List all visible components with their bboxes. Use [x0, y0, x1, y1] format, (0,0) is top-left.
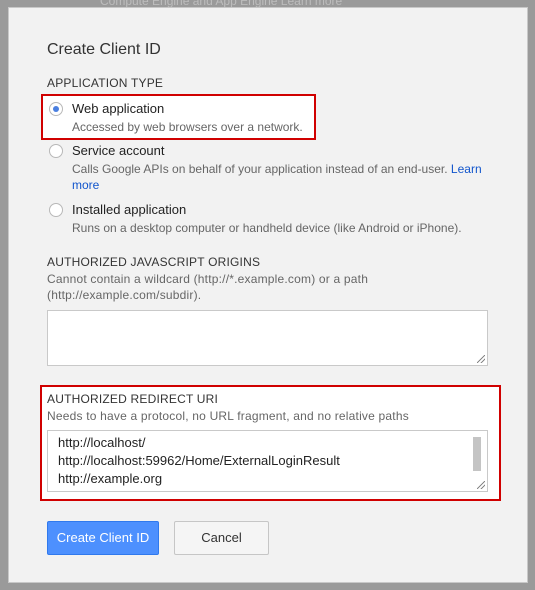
js-origins-help-line-1: Cannot contain a wildcard (http://*.exam… — [47, 272, 369, 286]
radio-label-web-application: Web application — [72, 101, 165, 116]
create-client-id-dialog: Create Client ID APPLICATION TYPE Web ap… — [8, 7, 528, 583]
js-origins-textarea[interactable] — [47, 310, 488, 366]
redirect-uri-help: Needs to have a protocol, no URL fragmen… — [47, 409, 409, 423]
redirect-uri-textarea[interactable]: http://localhost/ http://localhost:59962… — [47, 430, 488, 492]
redirect-uri-line: http://example.org — [58, 471, 163, 486]
textarea-scrollbar[interactable] — [473, 437, 481, 471]
service-account-description-text: Calls Google APIs on behalf of your appl… — [72, 162, 448, 176]
application-type-label: APPLICATION TYPE — [47, 76, 164, 90]
redirect-uri-label: AUTHORIZED REDIRECT URI — [47, 392, 219, 406]
create-client-id-button[interactable]: Create Client ID — [47, 521, 159, 555]
radio-label-service-account: Service account — [72, 143, 165, 158]
resize-grip-icon[interactable] — [477, 481, 485, 489]
redirect-uri-line: http://localhost/ — [58, 435, 146, 450]
radio-label-installed-application: Installed application — [72, 202, 187, 217]
radio-button-service-account[interactable] — [49, 144, 63, 158]
radio-description-web-application: Accessed by web browsers over a network. — [72, 120, 303, 134]
radio-button-web-application[interactable] — [49, 102, 63, 116]
js-origins-help-line-2: (http://example.com/subdir). — [47, 288, 202, 302]
radio-description-service-account: Calls Google APIs on behalf of your appl… — [72, 161, 502, 193]
redirect-uri-line: http://localhost:59962/Home/ExternalLogi… — [58, 453, 340, 468]
dialog-title: Create Client ID — [47, 41, 161, 58]
radio-description-installed-application: Runs on a desktop computer or handheld d… — [72, 221, 462, 235]
cancel-button[interactable]: Cancel — [174, 521, 269, 555]
resize-grip-icon[interactable] — [477, 355, 485, 363]
js-origins-label: AUTHORIZED JAVASCRIPT ORIGINS — [47, 255, 261, 269]
radio-button-installed-application[interactable] — [49, 203, 63, 217]
